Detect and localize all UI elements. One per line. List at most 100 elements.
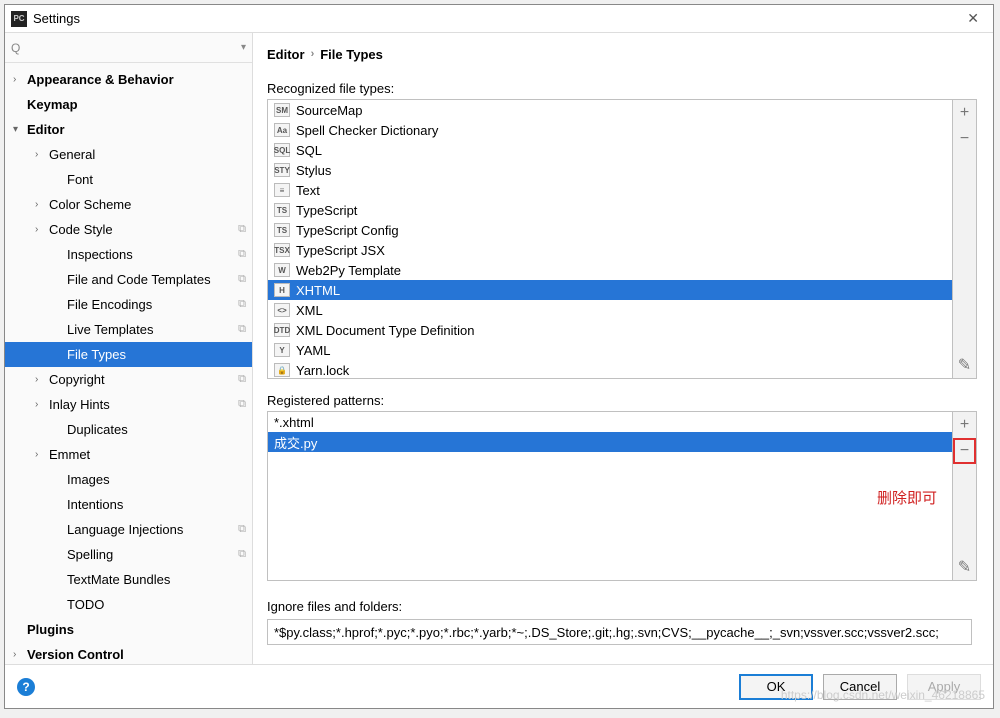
copy-indicator-icon: ⧉	[238, 523, 246, 536]
chevron-right-icon[interactable]: ›	[13, 74, 27, 85]
file-types-toolbar: + − ✎	[952, 100, 976, 378]
filetype-row[interactable]: HXHTML	[268, 280, 952, 300]
filetype-icon: TSX	[274, 243, 290, 257]
edit-filetype-button[interactable]: ✎	[953, 352, 976, 378]
sidebar: Q ▾ ›Appearance & BehaviorKeymap▾Editor›…	[5, 33, 253, 664]
patterns-panel: *.xhtml成交.py + − ✎	[267, 411, 977, 581]
filetype-icon: 🔒	[274, 363, 290, 377]
file-types-list[interactable]: SMSourceMapAaSpell Checker DictionarySQL…	[268, 100, 952, 378]
tree-item-label: File and Code Templates	[67, 272, 238, 287]
close-icon[interactable]: ✕	[959, 10, 987, 27]
tree-item-label: Code Style	[49, 222, 238, 237]
filetype-row[interactable]: <>XML	[268, 300, 952, 320]
settings-dialog: PC Settings ✕ Q ▾ ›Appearance & Behavior…	[4, 4, 994, 709]
filetype-row[interactable]: STYStylus	[268, 160, 952, 180]
cancel-button[interactable]: Cancel	[823, 674, 897, 700]
pattern-label: 成交.py	[274, 433, 317, 452]
chevron-right-icon[interactable]: ›	[35, 449, 49, 460]
chevron-right-icon[interactable]: ›	[35, 199, 49, 210]
remove-pattern-button[interactable]: −	[953, 438, 976, 464]
chevron-right-icon[interactable]: ›	[35, 149, 49, 160]
filetype-label: Text	[296, 183, 320, 198]
filetype-row[interactable]: DTD XML Document Type Definition	[268, 320, 952, 340]
filetype-row[interactable]: TSX TypeScript JSX	[268, 240, 952, 260]
breadcrumb-leaf: File Types	[320, 47, 383, 62]
tree-item[interactable]: File Types	[5, 342, 252, 367]
tree-item-label: Version Control	[27, 647, 246, 662]
tree-item[interactable]: ›Inlay Hints⧉	[5, 392, 252, 417]
tree-item[interactable]: Language Injections⧉	[5, 517, 252, 542]
tree-item[interactable]: Intentions	[5, 492, 252, 517]
filetype-icon: SQL	[274, 143, 290, 157]
filetype-label: XML Document Type Definition	[296, 323, 474, 338]
tree-item-label: General	[49, 147, 246, 162]
filetype-label: Stylus	[296, 163, 331, 178]
edit-pattern-button[interactable]: ✎	[953, 554, 976, 580]
chevron-right-icon[interactable]: ›	[13, 649, 27, 660]
remove-filetype-button[interactable]: −	[953, 126, 976, 152]
chevron-right-icon[interactable]: ›	[35, 399, 49, 410]
chevron-right-icon: ›	[311, 48, 315, 60]
search-icon: Q	[11, 41, 20, 55]
chevron-right-icon[interactable]: ›	[35, 374, 49, 385]
tree-item[interactable]: ›Emmet	[5, 442, 252, 467]
tree-item[interactable]: ›Code Style⧉	[5, 217, 252, 242]
filetype-icon: <>	[274, 303, 290, 317]
filetype-label: TypeScript JSX	[296, 243, 385, 258]
filetype-row[interactable]: TSTypeScript Config	[268, 220, 952, 240]
tree-item-label: Editor	[27, 122, 246, 137]
tree-item[interactable]: Font	[5, 167, 252, 192]
filetype-row[interactable]: YYAML	[268, 340, 952, 360]
filetype-label: Spell Checker Dictionary	[296, 123, 438, 138]
tree-item[interactable]: TextMate Bundles	[5, 567, 252, 592]
filetype-row[interactable]: SMSourceMap	[268, 100, 952, 120]
tree-item[interactable]: File Encodings⧉	[5, 292, 252, 317]
filetype-label: Web2Py Template	[296, 263, 401, 278]
filetype-row[interactable]: AaSpell Checker Dictionary	[268, 120, 952, 140]
tree-item[interactable]: ›Color Scheme	[5, 192, 252, 217]
tree-item[interactable]: Images	[5, 467, 252, 492]
filetype-row[interactable]: 🔒Yarn.lock	[268, 360, 952, 378]
filetype-row[interactable]: SQLSQL	[268, 140, 952, 160]
titlebar: PC Settings ✕	[5, 5, 993, 33]
dialog-footer: ? OK Cancel Apply	[5, 664, 993, 708]
tree-item[interactable]: File and Code Templates⧉	[5, 267, 252, 292]
pattern-row[interactable]: 成交.py	[268, 432, 952, 452]
tree-item[interactable]: Duplicates	[5, 417, 252, 442]
chevron-down-icon[interactable]: ▾	[13, 124, 27, 135]
tree-item-label: Keymap	[27, 97, 246, 112]
tree-item[interactable]: Inspections⧉	[5, 242, 252, 267]
tree-item[interactable]: ›Copyright⧉	[5, 367, 252, 392]
file-types-panel: SMSourceMapAaSpell Checker DictionarySQL…	[267, 99, 977, 379]
tree-item[interactable]: Spelling⧉	[5, 542, 252, 567]
filetype-row[interactable]: WWeb2Py Template	[268, 260, 952, 280]
filetype-icon: DTD	[274, 323, 290, 337]
tree-item[interactable]: TODO	[5, 592, 252, 617]
filetype-row[interactable]: TSTypeScript	[268, 200, 952, 220]
add-filetype-button[interactable]: +	[953, 100, 976, 126]
tree-item[interactable]: ›General	[5, 142, 252, 167]
filetype-label: TypeScript Config	[296, 223, 399, 238]
ignore-input[interactable]	[267, 619, 972, 645]
tree-item-label: Duplicates	[67, 422, 246, 437]
search-input[interactable]	[24, 38, 241, 57]
tree-item-label: Font	[67, 172, 246, 187]
apply-button[interactable]: Apply	[907, 674, 981, 700]
filetype-row[interactable]: ≡Text	[268, 180, 952, 200]
tree-item[interactable]: ›Version Control	[5, 642, 252, 664]
patterns-list[interactable]: *.xhtml成交.py	[268, 412, 952, 580]
tree-item[interactable]: Plugins	[5, 617, 252, 642]
help-icon[interactable]: ?	[17, 678, 35, 696]
add-pattern-button[interactable]: +	[953, 412, 976, 438]
tree-item[interactable]: ▾Editor	[5, 117, 252, 142]
settings-tree[interactable]: ›Appearance & BehaviorKeymap▾Editor›Gene…	[5, 63, 252, 664]
tree-item[interactable]: Keymap	[5, 92, 252, 117]
tree-item-label: Intentions	[67, 497, 246, 512]
chevron-right-icon[interactable]: ›	[35, 224, 49, 235]
tree-item-label: Inspections	[67, 247, 238, 262]
search-chevron-icon[interactable]: ▾	[241, 42, 246, 53]
tree-item[interactable]: Live Templates⧉	[5, 317, 252, 342]
ok-button[interactable]: OK	[739, 674, 813, 700]
tree-item[interactable]: ›Appearance & Behavior	[5, 67, 252, 92]
pattern-row[interactable]: *.xhtml	[268, 412, 952, 432]
